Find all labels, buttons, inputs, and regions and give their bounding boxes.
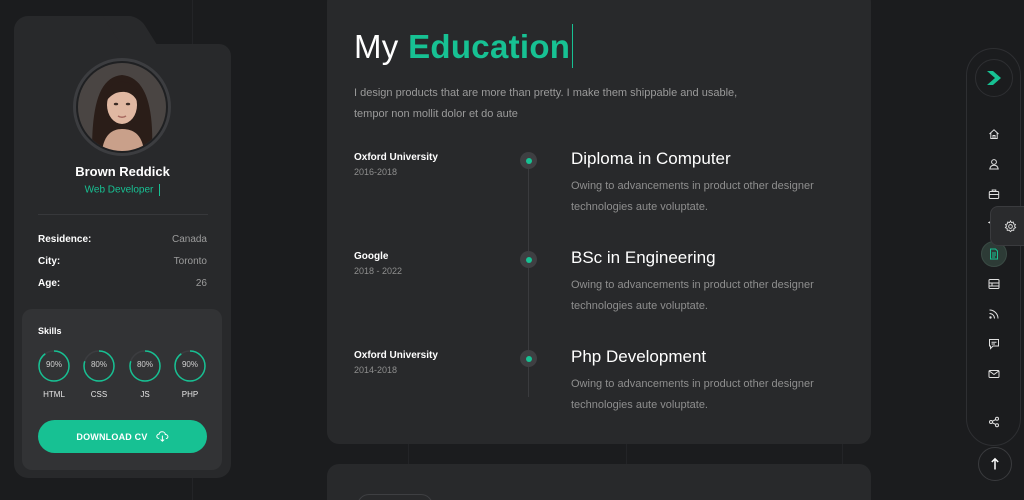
timeline-degree: Diploma in Computer bbox=[571, 149, 731, 168]
timeline-description: Owing to advancements in product other d… bbox=[571, 378, 814, 411]
nav-experience[interactable] bbox=[981, 181, 1007, 207]
settings-toggle[interactable] bbox=[990, 206, 1024, 246]
document-icon bbox=[990, 248, 998, 260]
skill-percent: 80% bbox=[90, 360, 107, 369]
timeline-org: Oxford University bbox=[354, 350, 438, 361]
scroll-to-top-button[interactable] bbox=[978, 447, 1012, 481]
nav-portfolio[interactable] bbox=[981, 271, 1007, 297]
skill-name: CSS bbox=[90, 390, 108, 399]
timeline-degree: Php Development bbox=[571, 347, 707, 366]
cloud-download-icon bbox=[155, 431, 168, 442]
timeline-item: Oxford University 2014-2018 Php Developm… bbox=[327, 347, 871, 430]
info-key: Age: bbox=[38, 278, 61, 289]
nav-blog[interactable] bbox=[981, 301, 1007, 327]
timeline-years: 2014-2018 bbox=[354, 365, 398, 375]
home-icon bbox=[989, 129, 999, 139]
profile-role-label: Web Developer bbox=[84, 184, 154, 196]
profile-card: Brown Reddick Web Developer Residence: C… bbox=[14, 44, 231, 478]
timeline-degree: BSc in Engineering bbox=[571, 248, 716, 267]
user-icon bbox=[989, 159, 999, 170]
gear-icon bbox=[1004, 219, 1017, 232]
typing-caret bbox=[572, 24, 574, 69]
skill-percent: 80% bbox=[136, 360, 153, 369]
briefcase-icon bbox=[988, 189, 1000, 199]
timeline-item: Google 2018 - 2022 BSc in Engineering Ow… bbox=[327, 248, 871, 331]
divider bbox=[38, 214, 208, 215]
info-value: Canada bbox=[171, 234, 207, 245]
timeline-dot bbox=[520, 251, 537, 268]
info-key: Residence: bbox=[38, 234, 92, 245]
timeline-org: Google bbox=[354, 251, 389, 262]
info-key: City: bbox=[38, 256, 61, 267]
share-button[interactable] bbox=[981, 409, 1007, 435]
skill-name: HTML bbox=[43, 390, 65, 399]
education-section: My Education I design products that are … bbox=[327, 0, 871, 444]
nav-about[interactable] bbox=[981, 151, 1007, 177]
portfolio-icon bbox=[988, 279, 1000, 289]
timeline-item: Oxford University 2016-2018 Diploma in C… bbox=[327, 149, 871, 232]
timeline-org: Oxford University bbox=[354, 152, 438, 163]
skill-percent: 90% bbox=[45, 360, 62, 369]
info-row-age: Age: 26 bbox=[38, 278, 207, 289]
timeline-years: 2018 - 2022 bbox=[354, 266, 403, 276]
profile-name: Brown Reddick bbox=[75, 164, 170, 179]
skills-title: Skills bbox=[38, 326, 62, 336]
info-value: Toronto bbox=[173, 256, 207, 267]
logo[interactable] bbox=[975, 59, 1013, 97]
share-icon bbox=[989, 416, 999, 428]
section-title: My Education bbox=[354, 24, 574, 69]
info-row-city: City: Toronto bbox=[38, 256, 207, 267]
typing-caret bbox=[159, 184, 161, 196]
timeline-description: Owing to advancements in product other d… bbox=[571, 180, 814, 213]
profile-role: Web Developer bbox=[14, 184, 231, 196]
timeline-dot bbox=[520, 350, 537, 367]
timeline-description: Owing to advancements in product other d… bbox=[571, 279, 814, 312]
avatar bbox=[73, 58, 171, 156]
download-cv-label: DOWNLOAD CV bbox=[76, 431, 148, 442]
section-title-accent: Education bbox=[408, 28, 571, 65]
info-value: 26 bbox=[195, 278, 207, 289]
skill-name: PHP bbox=[181, 390, 199, 399]
nav-testimonials[interactable] bbox=[981, 331, 1007, 357]
timeline-dot bbox=[520, 152, 537, 169]
side-nav bbox=[966, 48, 1021, 446]
timeline-years: 2016-2018 bbox=[354, 167, 398, 177]
logo-icon bbox=[987, 71, 1001, 85]
skill-css: 80% CSS bbox=[82, 349, 116, 399]
download-cv-button[interactable]: DOWNLOAD CV bbox=[38, 420, 207, 453]
section-title-prefix: My bbox=[354, 28, 409, 65]
skill-php: 90% PHP bbox=[173, 349, 207, 399]
section-intro: I design products that are more than pre… bbox=[354, 87, 738, 120]
chat-icon bbox=[989, 339, 999, 350]
skills-box: Skills 90% HTML 80% CSS 80% JS 90% PHP D… bbox=[22, 309, 222, 470]
info-row-residence: Residence: Canada bbox=[38, 234, 207, 245]
skill-js: 80% JS bbox=[128, 349, 162, 399]
section-badge bbox=[357, 494, 433, 500]
arrow-up-icon bbox=[991, 457, 999, 470]
nav-home[interactable] bbox=[981, 121, 1007, 147]
next-section bbox=[327, 464, 871, 500]
skill-name: JS bbox=[140, 390, 150, 399]
avatar-image bbox=[78, 63, 166, 151]
nav-contact[interactable] bbox=[981, 361, 1007, 387]
mail-icon bbox=[988, 370, 1000, 378]
blog-icon bbox=[989, 309, 999, 319]
skill-html: 90% HTML bbox=[37, 349, 71, 399]
skill-percent: 90% bbox=[181, 360, 198, 369]
